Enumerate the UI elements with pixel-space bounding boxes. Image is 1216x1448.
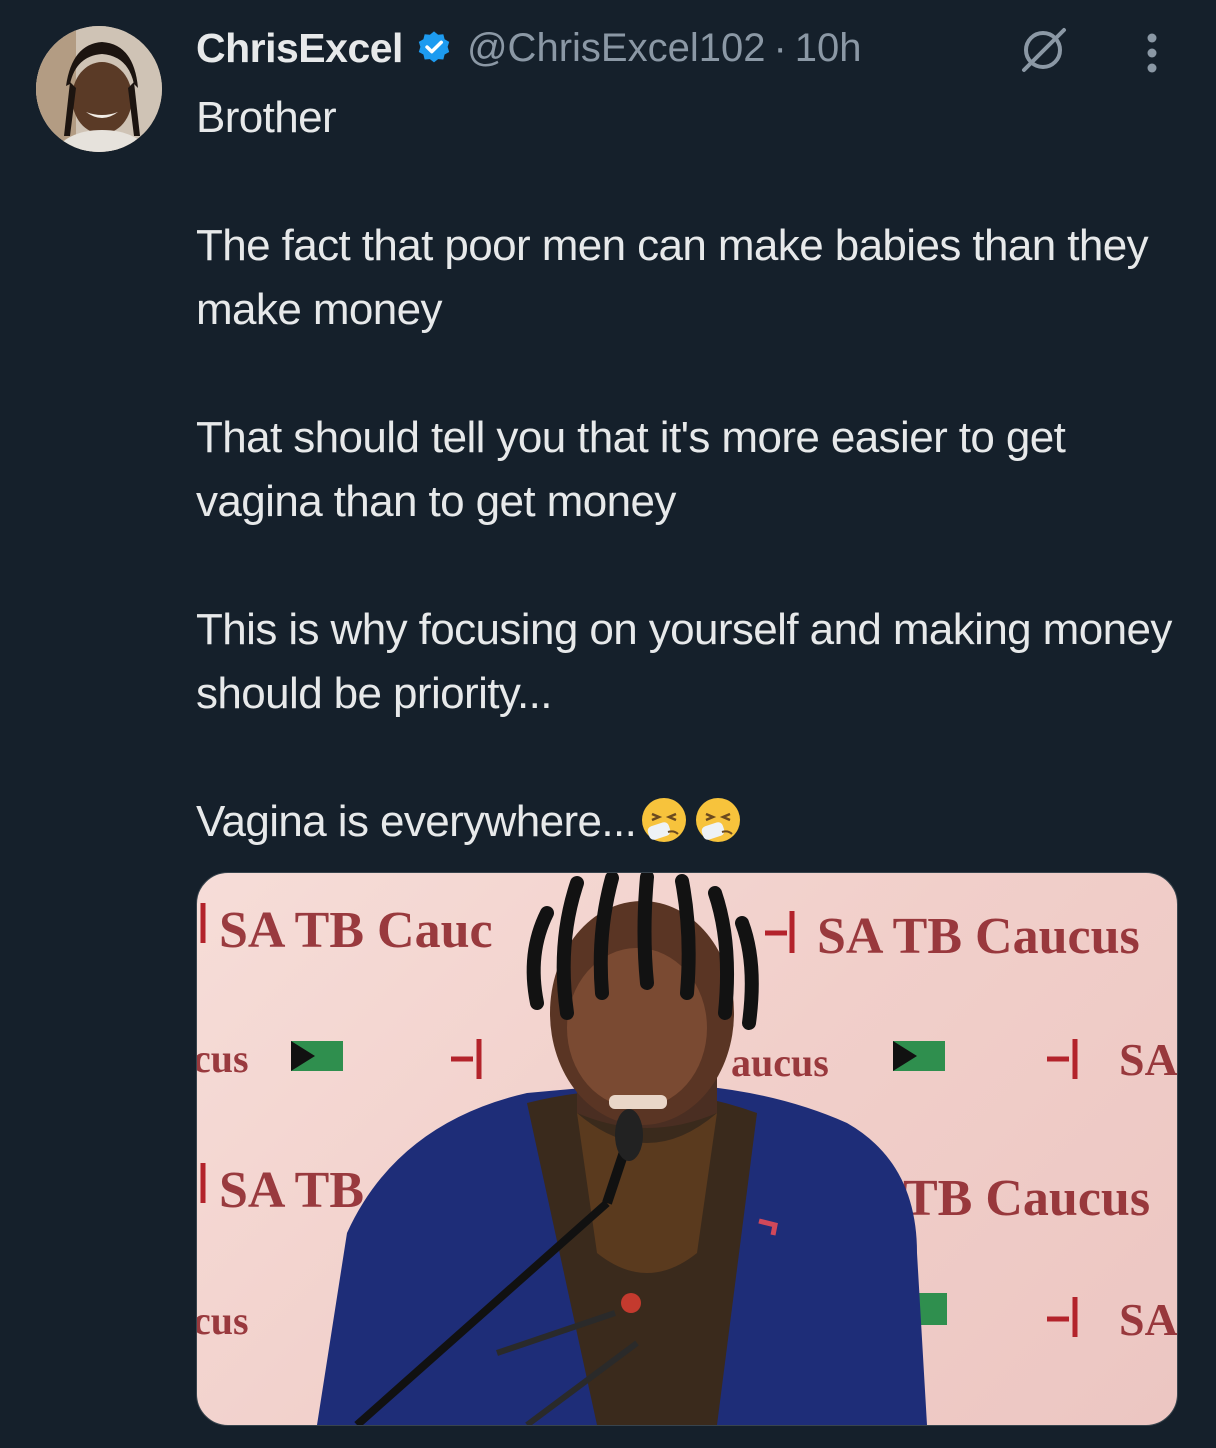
tweet-paragraph: The fact that poor men can make babies t… bbox=[196, 221, 1149, 334]
tweet-text: Brother The fact that poor men can make … bbox=[196, 86, 1176, 854]
avatar[interactable] bbox=[36, 26, 162, 152]
tweet-paragraph-last: Vagina is everywhere... bbox=[196, 790, 1176, 854]
tweet-paragraph: That should tell you that it's more easi… bbox=[196, 413, 1066, 526]
speaker-figure-icon bbox=[200, 873, 1078, 1425]
author-name[interactable]: ChrisExcel bbox=[196, 25, 403, 72]
tweet-paragraph: Brother bbox=[196, 93, 337, 142]
sneezing-face-emoji-icon bbox=[692, 794, 744, 846]
tweet-paragraph-text: Vagina is everywhere... bbox=[196, 797, 637, 846]
post-time[interactable]: 10h bbox=[795, 26, 862, 71]
sneezing-face-emoji-icon bbox=[638, 794, 690, 846]
tweet-photo[interactable]: SA TB Cauc SA TB Caucus cus aucus SA SA … bbox=[196, 872, 1178, 1426]
tweet-card[interactable]: ChrisExcel @ChrisExcel102 · 10h Brother … bbox=[0, 0, 1216, 1448]
profile-photo-icon bbox=[36, 26, 162, 152]
grok-icon[interactable] bbox=[1016, 26, 1070, 74]
verified-badge-icon bbox=[415, 29, 453, 67]
header-separator: · bbox=[773, 25, 787, 70]
tweet-paragraph: This is why focusing on yourself and mak… bbox=[196, 605, 1172, 718]
author-handle[interactable]: @ChrisExcel102 bbox=[467, 26, 766, 71]
more-options-icon[interactable] bbox=[1134, 28, 1170, 78]
tweet-header: ChrisExcel @ChrisExcel102 · 10h bbox=[196, 22, 862, 74]
